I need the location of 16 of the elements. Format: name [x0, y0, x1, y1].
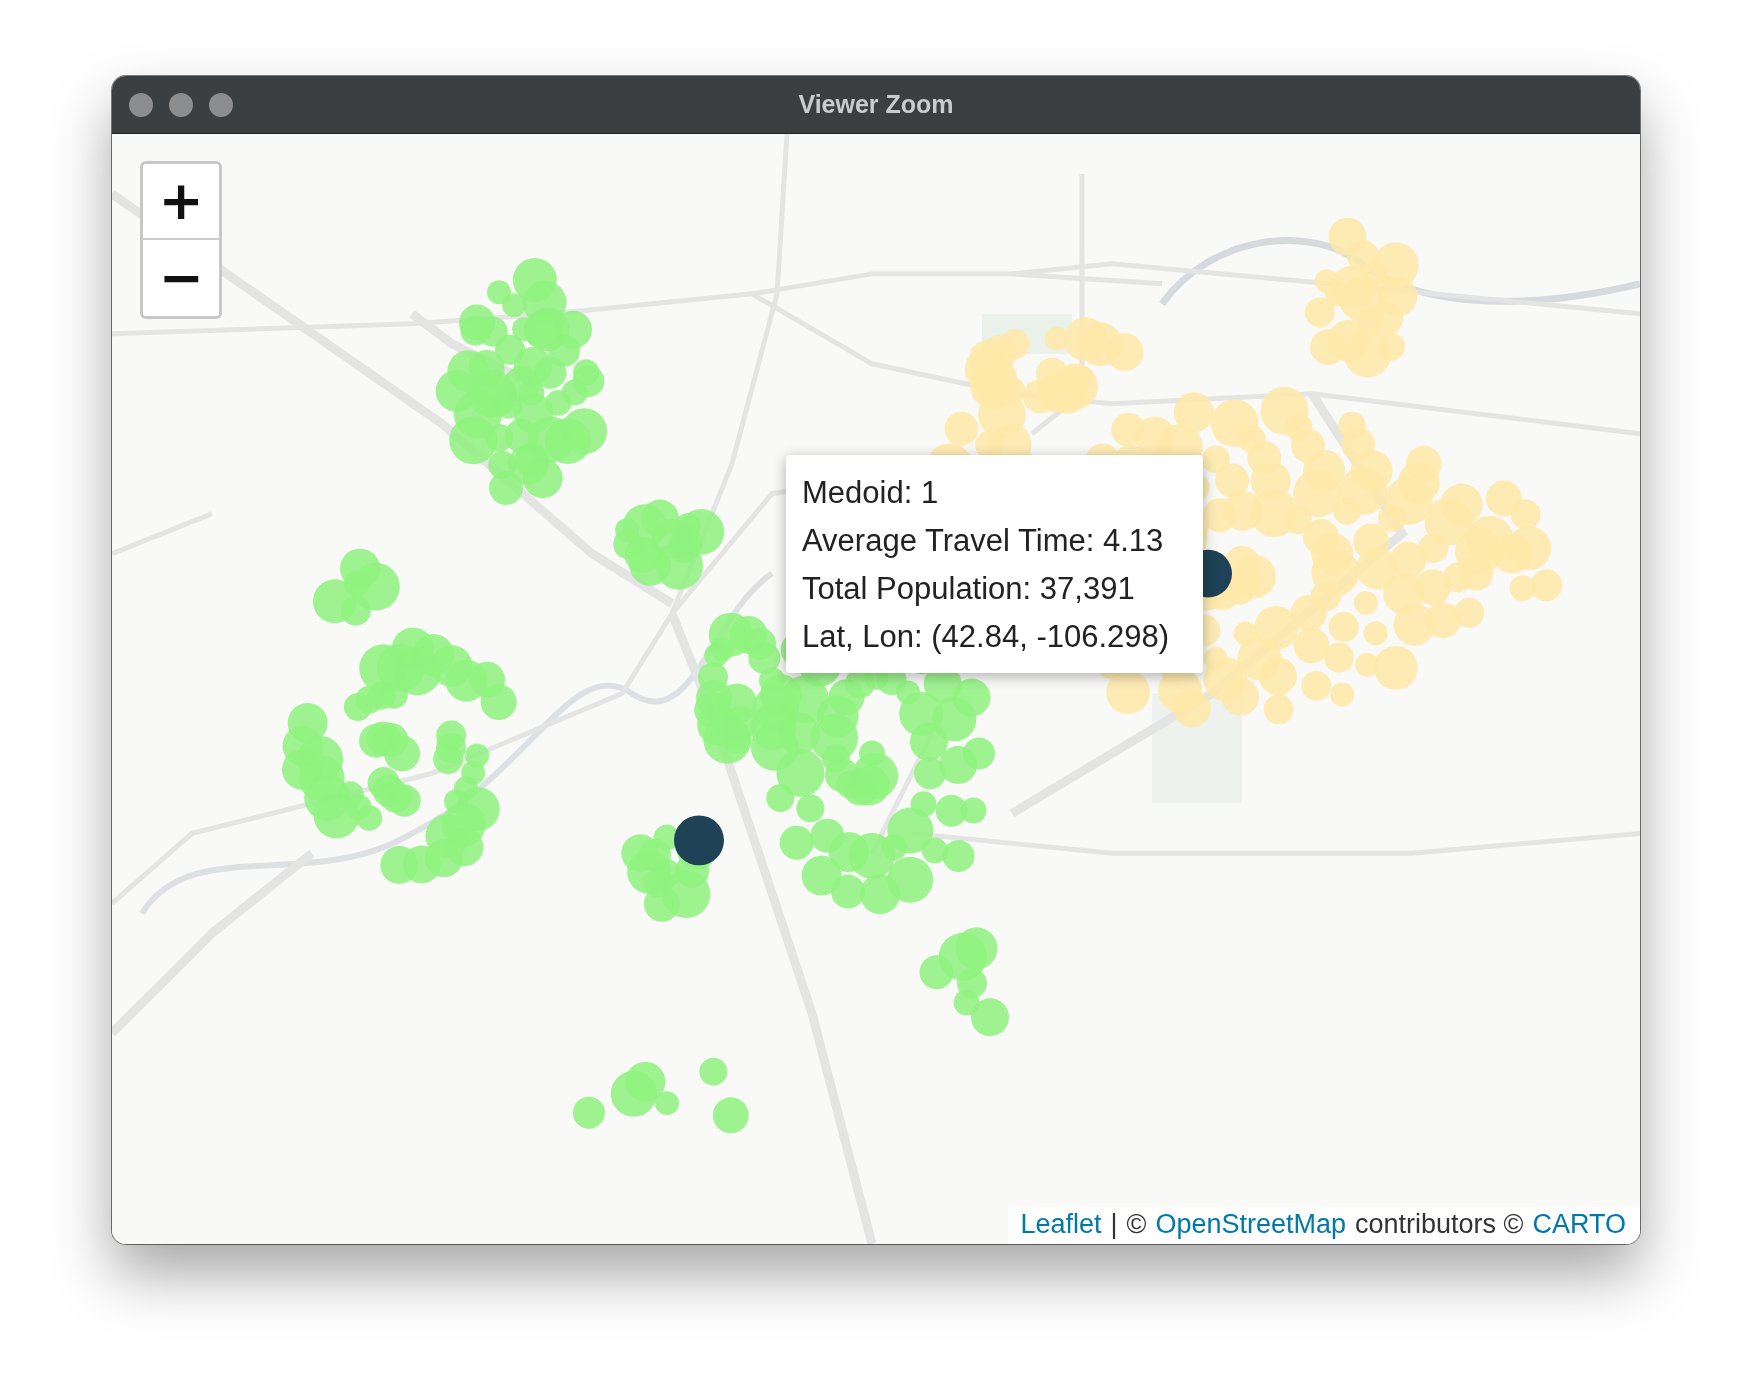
zoom-button[interactable]: [209, 92, 233, 117]
medoid-marker[interactable]: [674, 815, 724, 866]
attribution-text: |: [1110, 1209, 1118, 1240]
tooltip-text: Lat, Lon: (42.84, -106.298): [802, 618, 1171, 656]
attribution-text: contributors ©: [1355, 1209, 1524, 1240]
tooltip-text: Total Population: 37,391: [802, 570, 1136, 608]
close-button[interactable]: [129, 92, 153, 117]
tooltip-text: Medoid: 1: [802, 474, 940, 512]
window-title: Viewer Zoom: [798, 90, 954, 119]
attribution-text: ©: [1126, 1209, 1147, 1240]
attribution-link[interactable]: CARTO: [1532, 1209, 1626, 1240]
attribution-link[interactable]: OpenStreetMap: [1155, 1209, 1346, 1240]
minimize-button[interactable]: [169, 92, 193, 117]
attribution-link[interactable]: Leaflet: [1020, 1209, 1102, 1240]
zoom-in-button[interactable]: +: [143, 164, 219, 240]
tooltip-text: Average Travel Time: 4.13: [802, 522, 1165, 560]
